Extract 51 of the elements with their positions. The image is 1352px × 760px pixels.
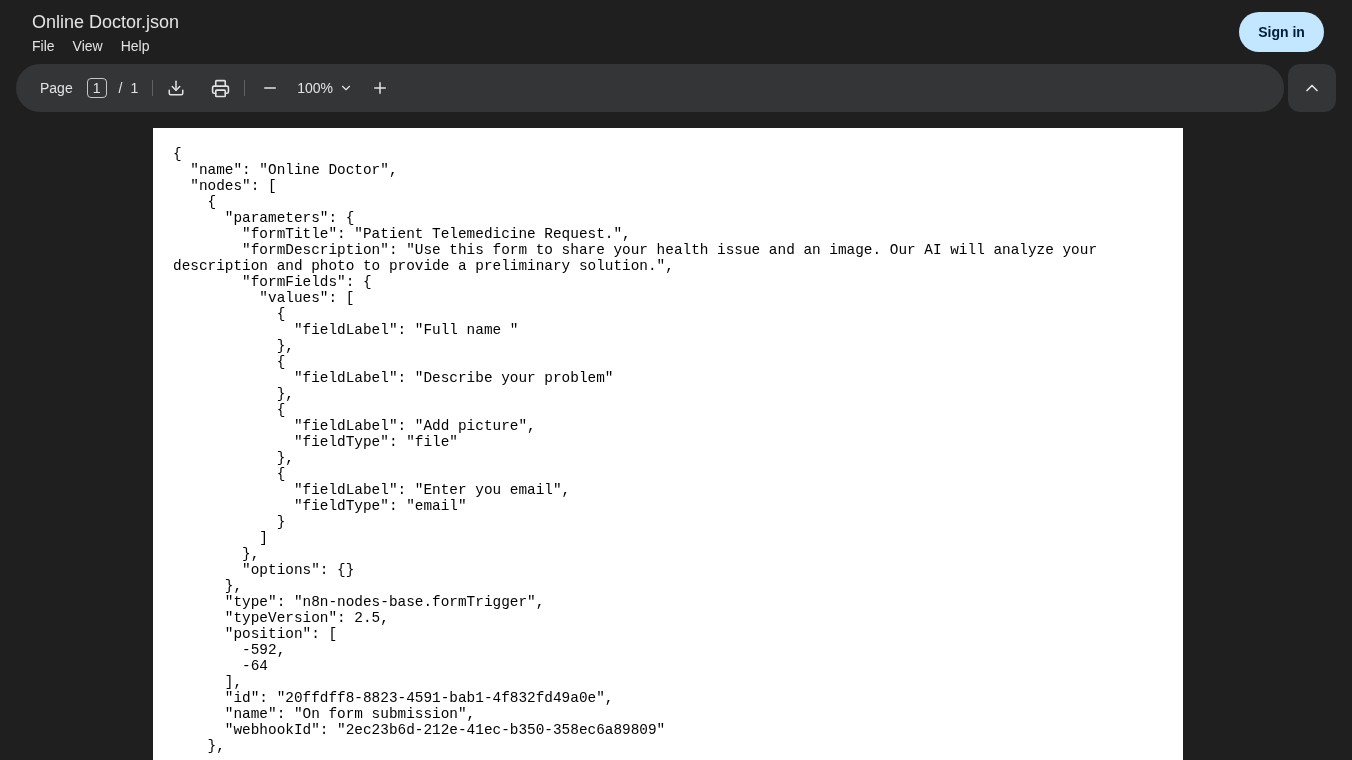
print-icon[interactable] xyxy=(211,78,231,98)
page-number-field[interactable]: 1 xyxy=(86,78,107,98)
code-line: "formTitle": "Patient Telemedicine Request.", xyxy=(241,226,632,242)
code-line: "id": "20ffdff8-8823-4591-bab1-4f832fd49a0e", xyxy=(223,690,615,706)
code-line: }, xyxy=(275,386,295,402)
code-line: "fieldLabel": "Enter you email", xyxy=(292,482,572,498)
code-line: }, xyxy=(223,578,244,594)
menu-item[interactable]: View xyxy=(72,36,103,56)
code-line: "values": [ xyxy=(258,290,356,306)
code-line: } xyxy=(275,514,287,530)
code-line: { xyxy=(206,194,218,210)
code-line: { xyxy=(173,146,183,162)
code-line: "name": "Online Doctor", xyxy=(189,162,399,178)
code-line: }, xyxy=(275,450,295,466)
code-line: "typeVersion": 2.5, xyxy=(223,610,390,626)
code-line: ] xyxy=(258,530,269,546)
zoom-in-icon[interactable] xyxy=(371,79,389,97)
code-line: "parameters": { xyxy=(223,210,356,226)
code-line: { xyxy=(275,402,287,418)
page-total: 1 xyxy=(130,80,139,96)
code-line: }, xyxy=(206,738,226,754)
code-line: "formFields": { xyxy=(241,274,373,290)
code-line: "name": "On form submission", xyxy=(223,706,477,722)
page-separator: / xyxy=(118,80,123,96)
download-icon[interactable] xyxy=(167,79,186,97)
sign-in-button[interactable]: Sign in xyxy=(1239,12,1324,52)
code-line: "webhookId": "2ec23b6d-212e-41ec-b350-358ec6a89809" xyxy=(223,722,667,738)
code-line: }, xyxy=(241,546,261,562)
code-line: }, xyxy=(275,338,295,354)
code-line: -592, xyxy=(241,642,287,658)
code-line: "position": [ xyxy=(223,626,339,642)
code-line: "fieldLabel": "Add picture", xyxy=(292,418,537,434)
menu-item[interactable]: File xyxy=(32,36,55,56)
code-line: -64 xyxy=(241,658,269,674)
document-title: Online Doctor.json xyxy=(32,11,180,34)
code-line: "fieldLabel": "Describe your problem" xyxy=(292,370,615,386)
code-line: "options": {} xyxy=(241,562,356,578)
code-line: "type": "n8n-nodes-base.formTrigger", xyxy=(223,594,546,610)
code-line: ], xyxy=(223,674,244,690)
page-label: Page xyxy=(40,80,73,96)
code-line: { xyxy=(275,466,287,482)
code-line: description and photo to provide a preliminary solution.", xyxy=(173,258,675,274)
code-line: { xyxy=(275,306,287,322)
menu-item[interactable]: Help xyxy=(120,36,150,56)
code-line: { xyxy=(275,354,287,370)
code-line: "formDescription": "Use this form to share your health issue and an image. Our AI will analyze your xyxy=(241,242,1099,258)
code-line: "nodes": [ xyxy=(189,178,278,194)
code-line: "fieldType": "file" xyxy=(292,434,459,450)
zoom-dropdown[interactable]: 100% xyxy=(297,80,353,96)
code-line: "fieldLabel": "Full name " xyxy=(292,322,520,338)
code-line: "fieldType": "email" xyxy=(292,498,468,514)
